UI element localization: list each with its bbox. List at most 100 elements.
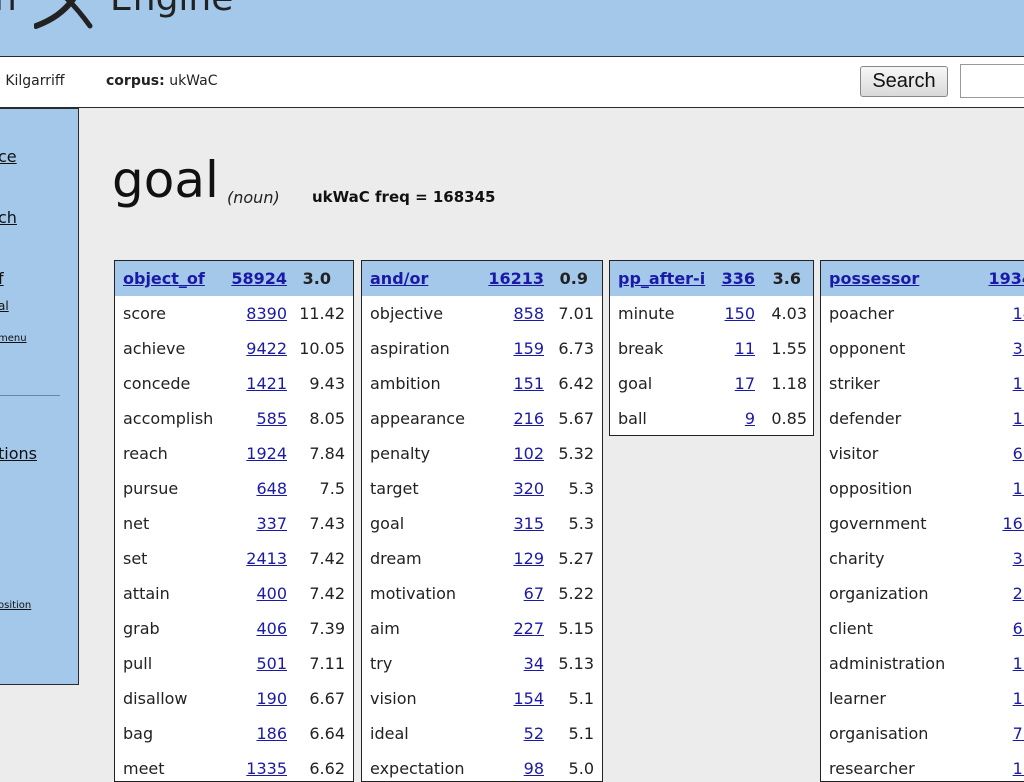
collocate-word: expectation bbox=[370, 759, 465, 778]
sidebar-item-menu[interactable]: menu bbox=[0, 333, 27, 344]
sidebar-item-general[interactable]: al bbox=[0, 299, 9, 313]
collocate-frequency-link[interactable]: 501 bbox=[256, 654, 287, 673]
collocate-word: goal bbox=[370, 514, 405, 533]
collocate-frequency-link[interactable]: 858 bbox=[513, 304, 544, 323]
gramrel-count-link[interactable]: 336 bbox=[722, 269, 755, 288]
collocate-frequency-link[interactable]: 10 bbox=[1013, 759, 1024, 778]
collocate-frequency-link[interactable]: 17 bbox=[735, 374, 755, 393]
collocate-frequency-link[interactable]: 52 bbox=[524, 724, 544, 743]
table-row: ambition 151 6.42 bbox=[362, 366, 602, 401]
logo-text-right: Engine bbox=[110, 0, 233, 19]
corpus-frequency: ukWaC freq = 168345 bbox=[312, 188, 496, 206]
collocate-salience: 0.85 bbox=[771, 409, 807, 428]
collocate-frequency-link[interactable]: 1421 bbox=[246, 374, 287, 393]
collocate-word: grab bbox=[123, 619, 160, 638]
collocate-frequency-link[interactable]: 186 bbox=[256, 724, 287, 743]
collocate-frequency-link[interactable]: 2413 bbox=[246, 549, 287, 568]
collocate-frequency-link[interactable]: 71 bbox=[1013, 724, 1024, 743]
collocate-frequency-link[interactable]: 67 bbox=[524, 584, 544, 603]
collocate-frequency-link[interactable]: 98 bbox=[524, 759, 544, 778]
collocate-salience: 5.67 bbox=[558, 409, 594, 428]
collocate-word: poacher bbox=[829, 304, 895, 323]
collocate-word: administration bbox=[829, 654, 946, 673]
collocate-frequency-link[interactable]: 34 bbox=[524, 654, 544, 673]
site-banner: n Engine bbox=[0, 0, 1024, 57]
collocate-frequency-link[interactable]: 1924 bbox=[246, 444, 287, 463]
table-row: minute 150 4.03 bbox=[610, 296, 813, 331]
collocate-word: defender bbox=[829, 409, 902, 428]
collocate-salience: 5.1 bbox=[568, 724, 594, 743]
table-row: meet 1335 6.62 bbox=[115, 751, 353, 781]
collocate-frequency-link[interactable]: 190 bbox=[256, 689, 287, 708]
gramrel-name-link[interactable]: object_of bbox=[123, 269, 205, 288]
collocate-frequency-link[interactable]: 150 bbox=[724, 304, 755, 323]
search-button[interactable]: Search bbox=[860, 66, 948, 97]
table-row: client 61 bbox=[821, 611, 1024, 646]
sidebar-item-diff[interactable]: f bbox=[0, 269, 4, 288]
collocate-frequency-link[interactable]: 15 bbox=[1013, 374, 1024, 393]
gramrel-count-link[interactable]: 58924 bbox=[231, 269, 287, 288]
collocate-word: government bbox=[829, 514, 927, 533]
collocate-word: accomplish bbox=[123, 409, 214, 428]
table-row: break 11 1.55 bbox=[610, 331, 813, 366]
collocate-frequency-link[interactable]: 648 bbox=[256, 479, 287, 498]
collocate-frequency-link[interactable]: 169 bbox=[1002, 514, 1024, 533]
collocate-frequency-link[interactable]: 61 bbox=[1013, 619, 1024, 638]
collocate-frequency-link[interactable]: 315 bbox=[513, 514, 544, 533]
collocate-frequency-link[interactable]: 159 bbox=[513, 339, 544, 358]
table-row: visitor 67 bbox=[821, 436, 1024, 471]
collocate-frequency-link[interactable]: 10 bbox=[1013, 689, 1024, 708]
collocate-word: ambition bbox=[370, 374, 441, 393]
collocate-salience: 5.13 bbox=[558, 654, 594, 673]
collocate-word: learner bbox=[829, 689, 886, 708]
collocate-frequency-link[interactable]: 1335 bbox=[246, 759, 287, 778]
collocate-frequency-link[interactable]: 38 bbox=[1013, 549, 1024, 568]
collocate-salience: 7.01 bbox=[558, 304, 594, 323]
collocate-frequency-link[interactable]: 8390 bbox=[246, 304, 287, 323]
gramrel-table-and-or: and/or 16213 0.9 objective 858 7.01 aspiration… bbox=[361, 260, 603, 782]
collocate-frequency-link[interactable]: 337 bbox=[256, 514, 287, 533]
collocate-salience: 6.64 bbox=[309, 724, 345, 743]
collocate-frequency-link[interactable]: 216 bbox=[513, 409, 544, 428]
table-row: net 337 7.43 bbox=[115, 506, 353, 541]
collocate-salience: 5.27 bbox=[558, 549, 594, 568]
collocate-frequency-link[interactable]: 400 bbox=[256, 584, 287, 603]
sidebar-item-concordance[interactable]: ce bbox=[0, 147, 17, 166]
collocate-frequency-link[interactable]: 14 bbox=[1013, 304, 1024, 323]
sidebar-item-position[interactable]: osition bbox=[0, 600, 31, 611]
collocate-frequency-link[interactable]: 102 bbox=[513, 444, 544, 463]
collocate-frequency-link[interactable]: 9 bbox=[745, 409, 755, 428]
gramrel-name-link[interactable]: possessor bbox=[829, 269, 919, 288]
collocate-frequency-link[interactable]: 9422 bbox=[246, 339, 287, 358]
collocate-frequency-link[interactable]: 16 bbox=[1013, 479, 1024, 498]
sidebar-item-options[interactable]: tions bbox=[0, 444, 37, 463]
gramrel-name-link[interactable]: and/or bbox=[370, 269, 428, 288]
table-row: charity 38 bbox=[821, 541, 1024, 576]
collocate-frequency-link[interactable]: 18 bbox=[1013, 654, 1024, 673]
collocate-frequency-link[interactable]: 67 bbox=[1013, 444, 1024, 463]
gramrel-count-link[interactable]: 1934 bbox=[988, 269, 1024, 288]
gramrel-name-link[interactable]: pp_after-i bbox=[618, 269, 705, 288]
collocate-frequency-link[interactable]: 11 bbox=[1013, 409, 1024, 428]
collocate-word: organisation bbox=[829, 724, 929, 743]
gramrel-count-link[interactable]: 16213 bbox=[488, 269, 544, 288]
collocate-salience: 7.43 bbox=[309, 514, 345, 533]
search-input[interactable] bbox=[960, 64, 1024, 98]
collocate-frequency-link[interactable]: 227 bbox=[513, 619, 544, 638]
collocate-frequency-link[interactable]: 11 bbox=[735, 339, 755, 358]
table-row: try 34 5.13 bbox=[362, 646, 602, 681]
collocate-frequency-link[interactable]: 21 bbox=[1013, 584, 1024, 603]
table-row: pursue 648 7.5 bbox=[115, 471, 353, 506]
collocate-frequency-link[interactable]: 154 bbox=[513, 689, 544, 708]
collocate-salience: 5.32 bbox=[558, 444, 594, 463]
sidebar-item-word-sketch[interactable]: ch bbox=[0, 208, 17, 227]
collocate-frequency-link[interactable]: 406 bbox=[256, 619, 287, 638]
collocate-frequency-link[interactable]: 320 bbox=[513, 479, 544, 498]
collocate-word: visitor bbox=[829, 444, 879, 463]
collocate-word: pursue bbox=[123, 479, 179, 498]
collocate-frequency-link[interactable]: 39 bbox=[1013, 339, 1024, 358]
collocate-frequency-link[interactable]: 151 bbox=[513, 374, 544, 393]
corpus-indicator: corpus: ukWaC bbox=[106, 73, 218, 89]
collocate-frequency-link[interactable]: 585 bbox=[256, 409, 287, 428]
collocate-frequency-link[interactable]: 129 bbox=[513, 549, 544, 568]
